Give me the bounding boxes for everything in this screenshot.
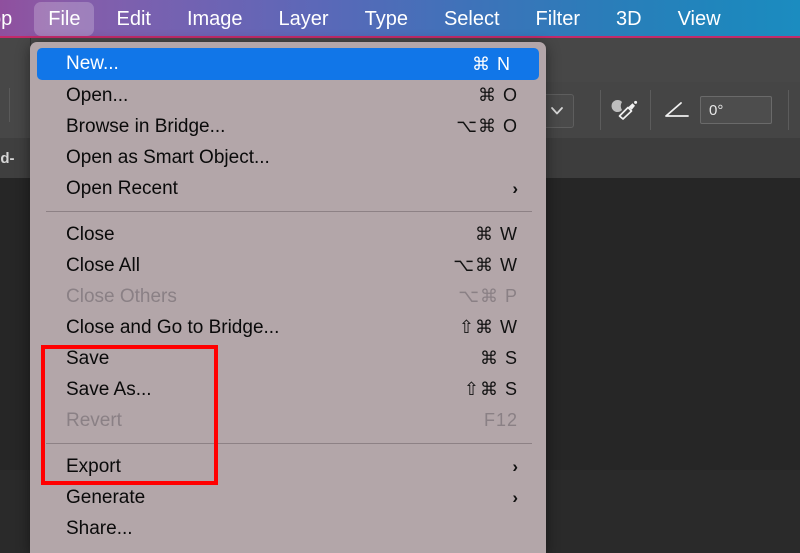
chevron-right-icon: › [512,178,518,198]
menu-item-revert: Revert F12 [30,405,546,436]
menu-item-shortcut: ⌥⌘ W [453,255,518,275]
menu-item-shortcut: ⌘ O [477,85,518,105]
menu-item-label: New... [66,53,119,74]
menu-item-label: Export [66,455,121,477]
menu-item-shortcut: ⇧⌘ S [463,379,518,399]
angle-icon [665,102,689,117]
menubar-item-view[interactable]: View [664,2,735,36]
menu-item-shortcut: ⌥⌘ O [456,116,518,136]
menubar-item-file[interactable]: File [34,2,95,36]
menubar-item-type[interactable]: Type [351,2,422,36]
menubar-item-3d[interactable]: 3D [602,2,656,36]
menu-item-label: Revert [66,409,122,431]
brush-tool-button[interactable] [608,94,642,126]
menu-item-shortcut: F12 [483,410,518,430]
menu-item-label: Close and Go to Bridge... [66,316,280,338]
menu-item-shortcut: ⌘ W [475,224,518,244]
angle-button[interactable] [660,94,694,126]
menu-item-label: Open as Smart Object... [66,146,270,168]
menu-item-open-recent[interactable]: Open Recent › [30,173,546,204]
document-tab[interactable]: ed- [0,138,31,178]
angle-input[interactable]: 0° [700,96,772,124]
menu-item-new[interactable]: New... ⌘ N [37,48,539,80]
menubar-item-image[interactable]: Image [173,2,257,36]
menu-bar: opFileEdit ImageLayerTypeSelectFilter3DVi… [0,0,800,38]
options-separator-2 [650,90,651,130]
menu-separator [46,443,532,444]
menu-separator [46,211,532,212]
menu-item-save-as[interactable]: Save As... ⇧⌘ S [30,374,546,405]
menu-item-label: Open... [66,84,129,106]
angle-input-value: 0° [709,101,724,119]
menubar-item-edit[interactable]: Edit [102,2,164,36]
menubar-item-filter[interactable]: Filter [522,2,594,36]
menu-item-browse-in-bridge[interactable]: Browse in Bridge... ⌥⌘ O [30,111,546,142]
chevron-down-icon [551,107,563,115]
brush-tool-icon [611,100,638,120]
menu-item-open-as-smart-object[interactable]: Open as Smart Object... [30,142,546,173]
menu-bar-accent-line [0,36,800,38]
chevron-right-icon: › [512,487,518,507]
menu-item-label: Generate [66,486,146,508]
options-separator-3 [788,90,789,130]
menu-item-shortcut: ⌘ S [479,348,518,368]
menu-item-share[interactable]: Share... [30,513,546,544]
menu-item-label: Share... [66,517,133,539]
menu-item-label: Close Others [66,285,177,307]
menu-item-generate[interactable]: Generate › [30,482,546,513]
options-separator-1 [600,90,601,130]
menubar-item-op[interactable]: op [0,2,26,36]
menu-item-label: Browse in Bridge... [66,115,226,137]
chevron-right-icon: › [512,456,518,476]
menu-item-label: Close All [66,254,140,276]
tools-panel-sliver [0,38,31,138]
menu-item-close-and-go-to-bridge[interactable]: Close and Go to Bridge... ⇧⌘ W [30,312,546,343]
menu-item-shortcut: ⌥⌘ P [458,286,518,306]
menubar-item-layer[interactable]: Layer [265,2,343,36]
menu-item-label: Save [66,347,110,369]
menu-item-close-others: Close Others ⌥⌘ P [30,281,546,312]
menu-item-label: Open Recent [66,177,178,199]
menu-item-save[interactable]: Save ⌘ S [30,343,546,374]
menu-item-open[interactable]: Open... ⌘ O [30,80,546,111]
menu-item-label: Save As... [66,378,152,400]
tools-panel-divider [9,88,10,122]
menu-item-label: Close [66,223,115,245]
menu-item-close[interactable]: Close ⌘ W [30,219,546,250]
menu-item-close-all[interactable]: Close All ⌥⌘ W [30,250,546,281]
file-menu-dropdown: New... ⌘ N Open... ⌘ O Browse in Bridge... ⌥⌘… [30,42,546,553]
menubar-item-select[interactable]: Select [430,2,514,36]
menu-item-shortcut: ⌘ N [472,53,511,74]
document-tab-label: ed- [0,149,15,167]
menu-item-export[interactable]: Export › [30,451,546,482]
menu-item-shortcut: ⇧⌘ W [458,317,518,337]
